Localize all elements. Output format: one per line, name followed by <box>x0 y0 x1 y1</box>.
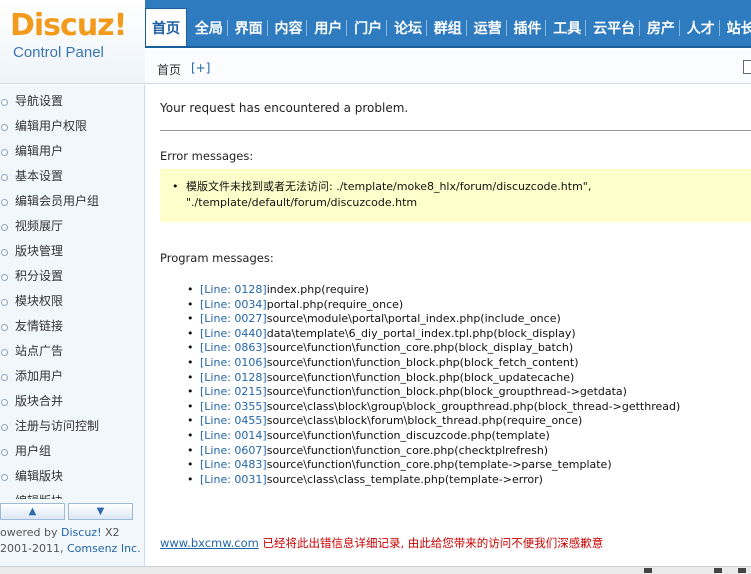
sidebar-item[interactable]: 版块合并 <box>0 389 144 414</box>
sidebar-item[interactable]: 站点广告 <box>0 339 144 364</box>
scrollbar-mark <box>714 568 722 573</box>
divider <box>160 130 751 131</box>
tab-operation[interactable]: 运营 <box>470 0 507 46</box>
sidebar-item[interactable]: 视频展厅 <box>0 214 144 239</box>
tab-talent[interactable]: 人才 <box>683 0 720 46</box>
list-item: [Line: 0483]source\function\function_cor… <box>187 458 680 473</box>
sidebar-item[interactable]: 编辑用户权限 <box>0 114 144 139</box>
list-item: [Line: 0031]source\class\class_template.… <box>187 473 680 488</box>
error-message: 模版文件未找到或者无法访问: ./template/moke8_hlx/foru… <box>172 179 751 211</box>
brand-name: Discuz! <box>10 8 127 43</box>
tab-plugin[interactable]: 插件 <box>509 0 547 46</box>
tab-cloud[interactable]: 云平台 <box>589 0 641 46</box>
scroll-down-button[interactable]: ▼ <box>68 503 133 520</box>
list-item: [Line: 0863]source\function\function_cor… <box>187 341 680 356</box>
tab-user[interactable]: 用户 <box>310 0 348 46</box>
list-item: [Line: 0607]source\function\function_cor… <box>187 444 680 459</box>
tab-webmaster[interactable]: 站长 <box>723 0 751 46</box>
sidebar-item[interactable]: 模块权限 <box>0 289 144 314</box>
sidebar-scroll-buttons: ▲ ▼ <box>0 503 144 521</box>
sidebar-item[interactable]: 编辑会员用户组 <box>0 189 144 214</box>
sidebar-item[interactable]: 版块管理 <box>0 239 144 264</box>
program-message-list: [Line: 0128]index.php(require) [Line: 00… <box>187 283 680 488</box>
sidebar-item[interactable]: 编辑版块 <box>0 489 144 499</box>
sidebar-item[interactable]: 编辑用户 <box>0 139 144 164</box>
scroll-up-button[interactable]: ▲ <box>0 503 65 520</box>
error-messages-label: Error messages: <box>160 149 254 163</box>
comsenz-link[interactable]: Comsenz Inc. <box>67 542 141 555</box>
list-item: [Line: 0034]portal.php(require_once) <box>187 298 680 313</box>
sidebar-footer: owered by Discuz! X2 2001-2011, Comsenz … <box>0 526 141 555</box>
main-content: Your request has encountered a problem. … <box>146 85 751 574</box>
tab-style[interactable]: 界面 <box>231 0 268 46</box>
list-item: [Line: 0215]source\function\function_blo… <box>187 385 680 400</box>
checkbox[interactable] <box>743 60 751 74</box>
top-nav: 首页 全局 界面 内容 用户 门户 论坛 群组 运营 插件 工具 云平台 房产 … <box>145 0 751 48</box>
sidebar-item[interactable]: 积分设置 <box>0 264 144 289</box>
tab-content[interactable]: 内容 <box>270 0 308 46</box>
program-messages-label: Program messages: <box>160 251 274 265</box>
tab-forum[interactable]: 论坛 <box>390 0 427 46</box>
add-shortcut-button[interactable]: [+] <box>191 61 210 75</box>
error-title: Your request has encountered a problem. <box>160 101 409 115</box>
discuz-link[interactable]: Discuz! <box>61 526 101 539</box>
list-item: [Line: 0106]source\function\function_blo… <box>187 356 680 371</box>
breadcrumb-bar: 首页 [+] <box>145 50 751 84</box>
sidebar: 导航设置 编辑用户权限 编辑用户 基本设置 编辑会员用户组 视频展厅 版块管理 … <box>0 85 145 574</box>
sidebar-item[interactable]: 友情链接 <box>0 314 144 339</box>
sidebar-item[interactable]: 注册与访问控制 <box>0 414 144 439</box>
sidebar-item[interactable]: 添加用户 <box>0 364 144 389</box>
error-message-box: 模版文件未找到或者无法访问: ./template/moke8_hlx/foru… <box>160 169 751 222</box>
brand-subtitle: Control Panel <box>13 44 104 61</box>
list-item: [Line: 0355]source\class\block\group\blo… <box>187 400 680 415</box>
sidebar-item[interactable]: 基本设置 <box>0 164 144 189</box>
sidebar-menu: 导航设置 编辑用户权限 编辑用户 基本设置 编辑会员用户组 视频展厅 版块管理 … <box>0 89 144 499</box>
list-item: [Line: 0128]index.php(require) <box>187 283 680 298</box>
scrollbar-mark <box>644 568 652 573</box>
list-item: [Line: 0027]source\module\portal\portal_… <box>187 312 680 327</box>
logo: Discuz! Control Panel <box>0 0 145 84</box>
list-item: [Line: 0014]source\function\function_dis… <box>187 429 680 444</box>
tab-house[interactable]: 房产 <box>643 0 680 46</box>
sidebar-item[interactable]: 用户组 <box>0 439 144 464</box>
footer-notice: www.bxcmw.com 已经将此出错信息详细记录, 由此给您带来的访问不便我… <box>160 535 603 551</box>
list-item: [Line: 0440]data\template\6_diy_portal_i… <box>187 327 680 342</box>
apology-text: 已经将此出错信息详细记录, 由此给您带来的访问不便我们深感歉意 <box>258 536 604 550</box>
breadcrumb-home[interactable]: 首页 <box>157 61 181 78</box>
tab-global[interactable]: 全局 <box>191 0 228 46</box>
tab-group[interactable]: 群组 <box>430 0 467 46</box>
site-link[interactable]: www.bxcmw.com <box>160 536 259 550</box>
list-item: [Line: 0455]source\class\block\forum\blo… <box>187 414 680 429</box>
scrollbar-mark <box>738 568 746 573</box>
list-item: [Line: 0128]source\function\function_blo… <box>187 371 680 386</box>
tab-portal[interactable]: 门户 <box>350 0 388 46</box>
horizontal-scrollbar[interactable] <box>0 566 751 574</box>
tab-tools[interactable]: 工具 <box>549 0 587 46</box>
sidebar-item[interactable]: 编辑版块 <box>0 464 144 489</box>
tab-home[interactable]: 首页 <box>145 8 187 46</box>
sidebar-item[interactable]: 导航设置 <box>0 89 144 114</box>
